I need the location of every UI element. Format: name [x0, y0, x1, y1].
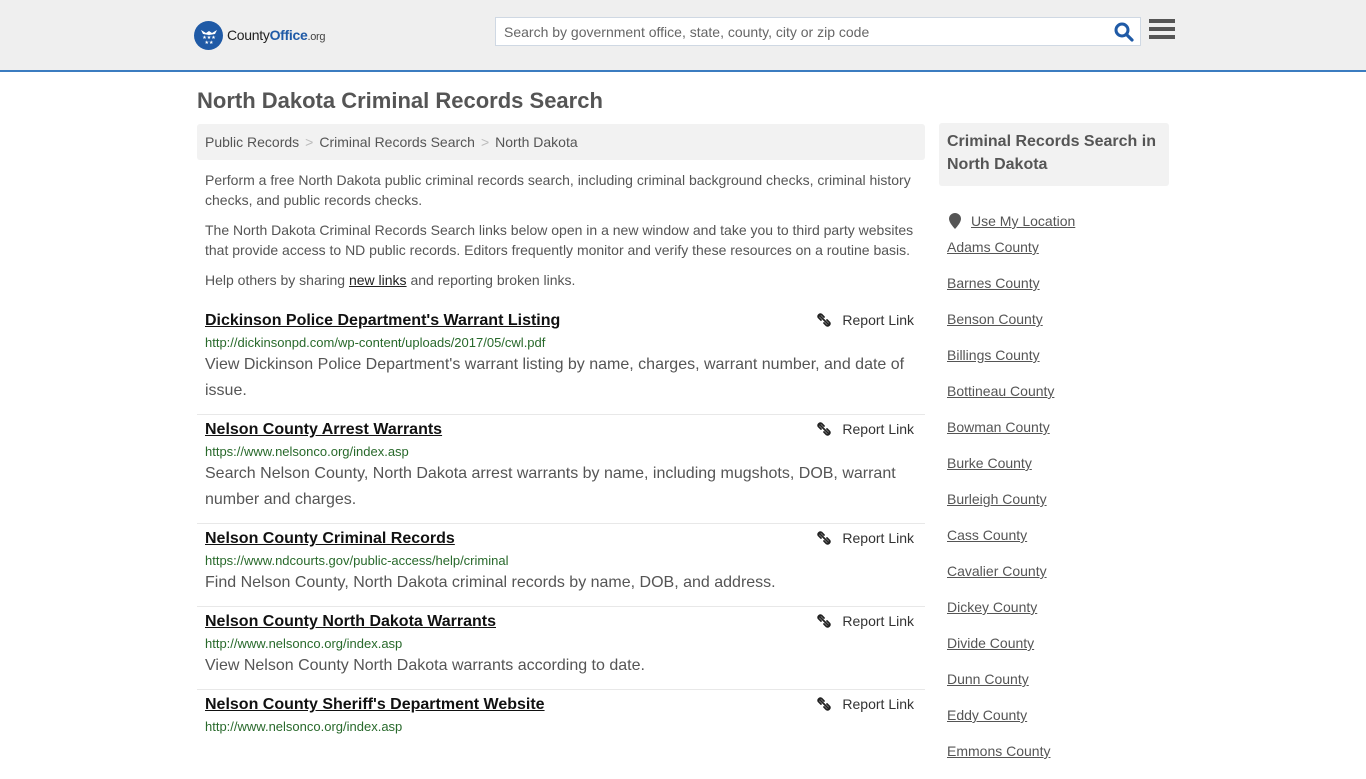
hamburger-menu-icon[interactable] [1149, 19, 1175, 43]
result-url[interactable]: http://dickinsonpd.com/wp-content/upload… [205, 335, 917, 350]
result-item: Nelson County Criminal Records Report Li… [197, 524, 925, 607]
county-item: Bottineau County [947, 383, 1169, 419]
county-link-adams[interactable]: Adams County [947, 239, 1039, 255]
share-paragraph: Help others by sharing new links and rep… [205, 272, 576, 288]
county-link-dunn[interactable]: Dunn County [947, 671, 1029, 687]
map-marker-icon [949, 213, 961, 229]
broken-link-icon [817, 422, 832, 436]
page-title: North Dakota Criminal Records Search [197, 88, 603, 113]
result-url[interactable]: https://www.nelsonco.org/index.asp [205, 444, 917, 459]
disclaimer-paragraph: The North Dakota Criminal Records Search… [205, 222, 914, 258]
result-item: Nelson County Sheriff's Department Websi… [197, 690, 925, 744]
report-link-button[interactable]: Report Link [816, 312, 914, 328]
search-box [495, 17, 1141, 46]
report-link-button[interactable]: Report Link [816, 530, 914, 546]
county-item: Divide County [947, 635, 1169, 671]
county-item: Billings County [947, 347, 1169, 383]
result-title-link[interactable]: Nelson County Arrest Warrants [205, 421, 442, 439]
result-url[interactable]: http://www.nelsonco.org/index.asp [205, 636, 917, 651]
county-item: Emmons County [947, 743, 1169, 779]
breadcrumb-north-dakota[interactable]: North Dakota [495, 134, 577, 150]
broken-link-icon [817, 531, 832, 545]
result-item: Dickinson Police Department's Warrant Li… [197, 306, 925, 415]
new-links-link[interactable]: new links [349, 272, 407, 288]
broken-link-icon [817, 614, 832, 628]
county-link-burke[interactable]: Burke County [947, 455, 1032, 471]
result-item: Nelson County North Dakota Warrants Repo… [197, 607, 925, 690]
result-description: View Nelson County North Dakota warrants… [205, 657, 645, 674]
breadcrumb: Public Records > Criminal Records Search > N… [197, 124, 925, 160]
county-link-eddy[interactable]: Eddy County [947, 707, 1027, 723]
sidebar-heading: Criminal Records Search in North Dakota [939, 123, 1169, 186]
county-item: Barnes County [947, 275, 1169, 311]
county-link-billings[interactable]: Billings County [947, 347, 1040, 363]
county-item: Cass County [947, 527, 1169, 563]
result-description: View Dickinson Police Department's warra… [205, 356, 905, 399]
county-item: Dunn County [947, 671, 1169, 707]
results-list: Dickinson Police Department's Warrant Li… [197, 306, 925, 744]
county-link-benson[interactable]: Benson County [947, 311, 1043, 327]
use-my-location-link[interactable]: Use My Location [971, 213, 1075, 229]
county-item: Bowman County [947, 419, 1169, 455]
svg-text:★★: ★★ [204, 40, 213, 46]
result-title-link[interactable]: Nelson County Sheriff's Department Websi… [205, 696, 545, 714]
county-item: Burleigh County [947, 491, 1169, 527]
result-description: Search Nelson County, North Dakota arres… [205, 465, 896, 508]
result-url[interactable]: https://www.ndcourts.gov/public-access/h… [205, 553, 917, 568]
search-icon[interactable] [1114, 22, 1134, 42]
use-my-location-item: Use My Location [947, 203, 1169, 239]
report-link-button[interactable]: Report Link [816, 696, 914, 712]
breadcrumb-separator: > [480, 134, 490, 150]
breadcrumb-criminal-records-search[interactable]: Criminal Records Search [319, 134, 475, 150]
broken-link-icon [817, 313, 832, 327]
breadcrumb-separator: > [305, 134, 314, 150]
result-title-link[interactable]: Nelson County North Dakota Warrants [205, 613, 496, 631]
county-link-emmons[interactable]: Emmons County [947, 743, 1050, 759]
county-item: Adams County [947, 239, 1169, 275]
county-item: Cavalier County [947, 563, 1169, 599]
county-item: Eddy County [947, 707, 1169, 743]
report-link-button[interactable]: Report Link [816, 421, 914, 437]
result-description: Find Nelson County, North Dakota crimina… [205, 574, 776, 591]
result-title-link[interactable]: Nelson County Criminal Records [205, 530, 455, 548]
intro-paragraph: Perform a free North Dakota public crimi… [205, 172, 911, 208]
result-url[interactable]: http://www.nelsonco.org/index.asp [205, 719, 917, 734]
county-link-burleigh[interactable]: Burleigh County [947, 491, 1047, 507]
sidebar: Criminal Records Search in North Dakota … [939, 123, 1169, 779]
result-item: Nelson County Arrest Warrants Report Lin… [197, 415, 925, 524]
county-link-bowman[interactable]: Bowman County [947, 419, 1050, 435]
broken-link-icon [817, 697, 832, 711]
eagle-stars-icon: ★★★ ★★ [194, 20, 223, 50]
county-link-divide[interactable]: Divide County [947, 635, 1034, 651]
county-item: Benson County [947, 311, 1169, 347]
county-link-dickey[interactable]: Dickey County [947, 599, 1037, 615]
site-header: ★★★ ★★ CountyOffice.org [0, 0, 1366, 72]
county-link-cass[interactable]: Cass County [947, 527, 1027, 543]
county-link-cavalier[interactable]: Cavalier County [947, 563, 1047, 579]
county-list: Use My Location Adams County Barnes Coun… [939, 203, 1169, 779]
county-link-bottineau[interactable]: Bottineau County [947, 383, 1054, 399]
report-link-button[interactable]: Report Link [816, 613, 914, 629]
county-item: Dickey County [947, 599, 1169, 635]
site-logo[interactable]: ★★★ ★★ CountyOffice.org [194, 20, 326, 50]
search-input[interactable] [496, 18, 1106, 45]
county-item: Burke County [947, 455, 1169, 491]
county-link-barnes[interactable]: Barnes County [947, 275, 1040, 291]
result-title-link[interactable]: Dickinson Police Department's Warrant Li… [205, 312, 560, 330]
logo-text: CountyOffice.org [227, 27, 326, 43]
breadcrumb-public-records[interactable]: Public Records [205, 134, 299, 150]
